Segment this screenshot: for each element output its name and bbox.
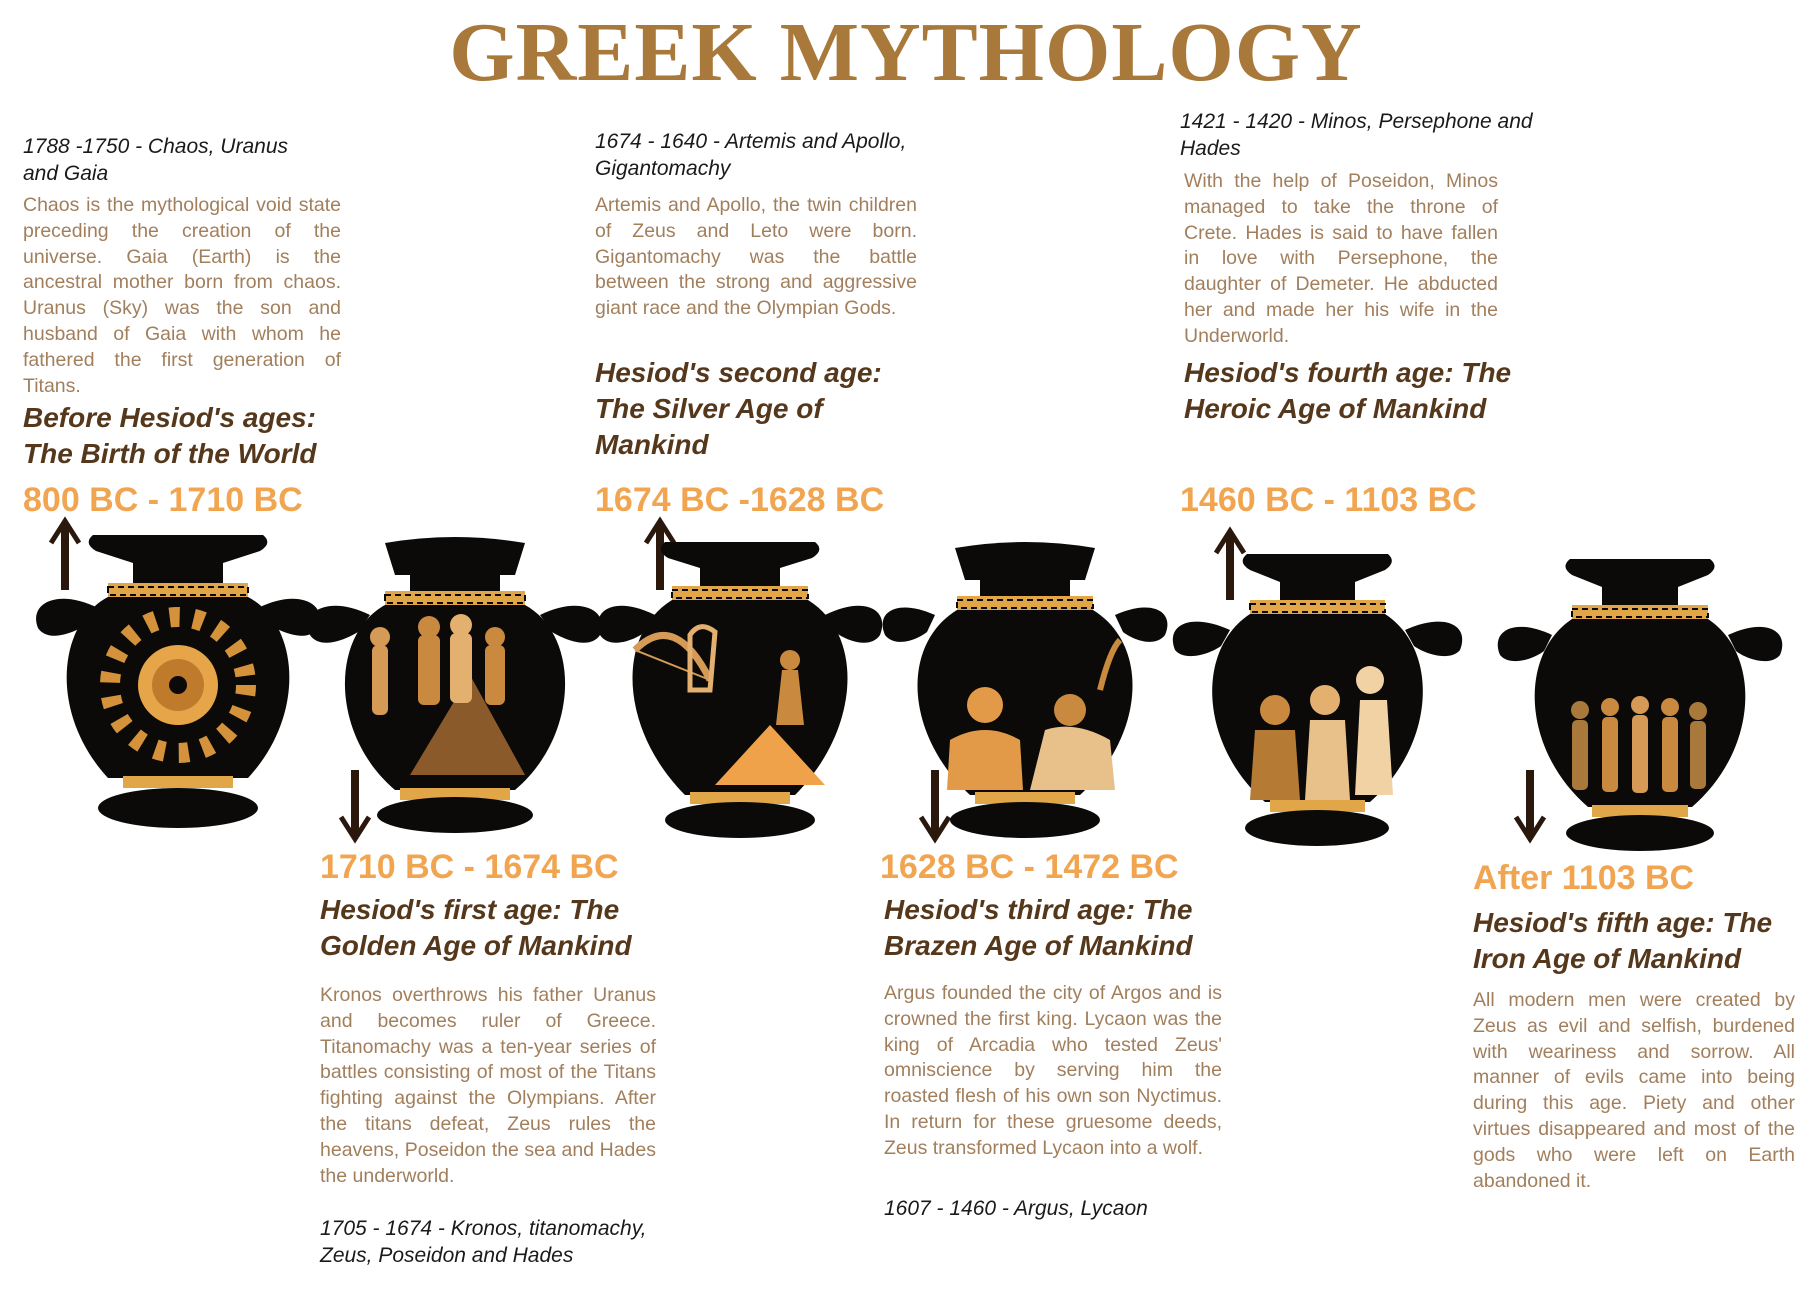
period-date-1: 800 BC - 1710 BC (23, 481, 303, 519)
period-date-3: 1674 BC -1628 BC (595, 481, 885, 519)
greek-vase-1 (36, 535, 320, 828)
greek-vase-5 (1172, 554, 1463, 846)
period-description-5: With the help of Poseidon, Minos managed… (1184, 170, 1498, 347)
event-list-2: 1705 - 1674 - Kronos, titanomachy, Zeus,… (320, 1217, 647, 1267)
period-date-5: 1460 BC - 1103 BC (1180, 481, 1477, 519)
age-heading-5: Hesiod's fourth age: The Heroic Age of M… (1184, 357, 1512, 424)
page-title: GREEK MYTHOLOGY (449, 6, 1363, 99)
period-description-2: Kronos overthrows his father Uranus and … (320, 984, 656, 1187)
period-date-4: 1628 BC - 1472 BC (880, 848, 1179, 886)
period-date-2: 1710 BC - 1674 BC (320, 848, 619, 886)
greek-vase-2 (308, 537, 602, 833)
greek-vase-4 (882, 542, 1168, 838)
age-heading-6: Hesiod's fifth age: The Iron Age of Mank… (1473, 907, 1773, 974)
age-heading-4: Hesiod's third age: The Brazen Age of Ma… (884, 894, 1193, 961)
period-description-1: Chaos is the mythological void state pre… (23, 194, 341, 397)
age-heading-1: Before Hesiod's ages: The Birth of the W… (23, 402, 317, 469)
event-list-5: 1421 - 1420 - Minos, Persephone and Hade… (1180, 110, 1533, 160)
greek-vase-3 (597, 542, 883, 838)
period-description-6: All modern men were created by Zeus as e… (1473, 989, 1795, 1192)
greek-vase-6 (1497, 559, 1783, 851)
event-list-3: 1674 - 1640 - Artemis and Apollo, Gigant… (595, 130, 907, 180)
period-description-3: Artemis and Apollo, the twin children of… (595, 194, 917, 320)
event-list-1: 1788 -1750 - Chaos, Uranus and Gaia (23, 135, 288, 185)
age-heading-2: Hesiod's first age: The Golden Age of Ma… (320, 894, 632, 961)
period-date-6: After 1103 BC (1473, 859, 1695, 897)
event-list-4: 1607 - 1460 - Argus, Lycaon (884, 1197, 1148, 1220)
age-heading-3: Hesiod's second age: The Silver Age of M… (595, 357, 882, 460)
period-description-4: Argus founded the city of Argos and is c… (884, 982, 1222, 1159)
